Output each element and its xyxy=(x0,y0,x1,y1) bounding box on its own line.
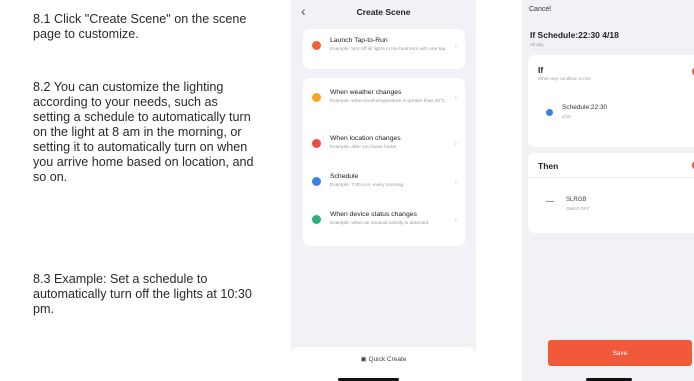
option-title: When location changes xyxy=(330,135,401,142)
scene-editor-screen: Cancel If Schedule:22:30 4/18 All day If… xyxy=(522,0,694,381)
cancel-button[interactable]: Cancel xyxy=(529,6,551,13)
option-title: Schedule xyxy=(330,173,359,180)
action-device-name[interactable]: SLRGB xyxy=(566,197,586,203)
scene-title: If Schedule:22:30 4/18 xyxy=(530,30,619,40)
chevron-right-icon: › xyxy=(454,93,457,102)
option-desc: Example: when local temperature is great… xyxy=(330,99,447,104)
if-condition-mode[interactable]: When any condition is met xyxy=(538,76,591,81)
option-location-changes[interactable]: When location changes Example: after you… xyxy=(303,130,465,164)
step-8-2-text: 8.2 You can customize the lighting accor… xyxy=(33,80,254,184)
tap-to-run-card: Launch Tap-to-Run Example: turn off all … xyxy=(303,29,465,69)
option-launch-tap-to-run[interactable]: Launch Tap-to-Run Example: turn off all … xyxy=(303,32,465,66)
scene-subtitle: All day xyxy=(530,42,544,47)
create-scene-screen: ‹ Create Scene Launch Tap-to-Run Example… xyxy=(291,0,476,381)
chevron-right-icon: › xyxy=(454,41,457,50)
location-pin-icon xyxy=(312,139,321,148)
if-label: If xyxy=(538,65,544,75)
chevron-left-icon[interactable]: ‹ xyxy=(301,3,306,19)
option-title: Launch Tap-to-Run xyxy=(330,37,388,44)
save-button[interactable]: Save xyxy=(548,340,692,366)
create-scene-title: Create Scene xyxy=(356,7,411,17)
step-8-3-text: 8.3 Example: Set a schedule to automatic… xyxy=(33,272,252,316)
option-desc: Example: 7:00 a.m. every morning. xyxy=(330,183,405,188)
chevron-right-icon: › xyxy=(454,139,457,148)
create-scene-header: ‹ Create Scene xyxy=(291,0,476,24)
clock-icon xyxy=(546,109,553,116)
sun-icon xyxy=(312,93,321,102)
device-icon xyxy=(546,201,554,202)
option-desc: Example: turn off all lights in the bedr… xyxy=(330,47,447,52)
then-action-card: Then SLRGB Switch:OFF xyxy=(528,153,694,233)
option-device-status-changes[interactable]: When device status changes Example: when… xyxy=(303,206,465,240)
quick-create-label: Quick Create xyxy=(368,356,407,363)
if-condition-card: If When any condition is met Schedule:22… xyxy=(528,55,694,147)
option-desc: Example: after you leave home. xyxy=(330,145,398,150)
chevron-right-icon: › xyxy=(454,177,457,186)
condition-sub: 4/18 xyxy=(562,114,571,119)
chevron-right-icon: › xyxy=(454,215,457,224)
condition-title[interactable]: Schedule:22:30 xyxy=(562,104,607,111)
automation-options-card: When weather changes Example: when local… xyxy=(303,78,465,246)
action-device-state: Switch:OFF xyxy=(566,206,590,211)
quick-create-icon: ▣ xyxy=(360,356,367,363)
option-schedule[interactable]: Schedule Example: 7:00 a.m. every mornin… xyxy=(303,168,465,202)
tap-icon xyxy=(312,41,321,50)
quick-create-button[interactable]: ▣ Quick Create xyxy=(291,355,476,363)
quick-create-bar: ▣ Quick Create xyxy=(291,347,476,381)
save-label: Save xyxy=(612,349,628,357)
option-weather-changes[interactable]: When weather changes Example: when local… xyxy=(303,84,465,118)
option-desc: Example: when an unusual activity is det… xyxy=(330,221,430,226)
device-icon xyxy=(312,215,321,224)
step-8-1-text: 8.1 Click "Create Scene" on the scene pa… xyxy=(33,12,247,41)
clock-icon xyxy=(312,177,321,186)
then-label: Then xyxy=(538,161,559,171)
option-title: When device status changes xyxy=(330,211,417,218)
option-title: When weather changes xyxy=(330,89,402,96)
divider xyxy=(528,177,694,178)
